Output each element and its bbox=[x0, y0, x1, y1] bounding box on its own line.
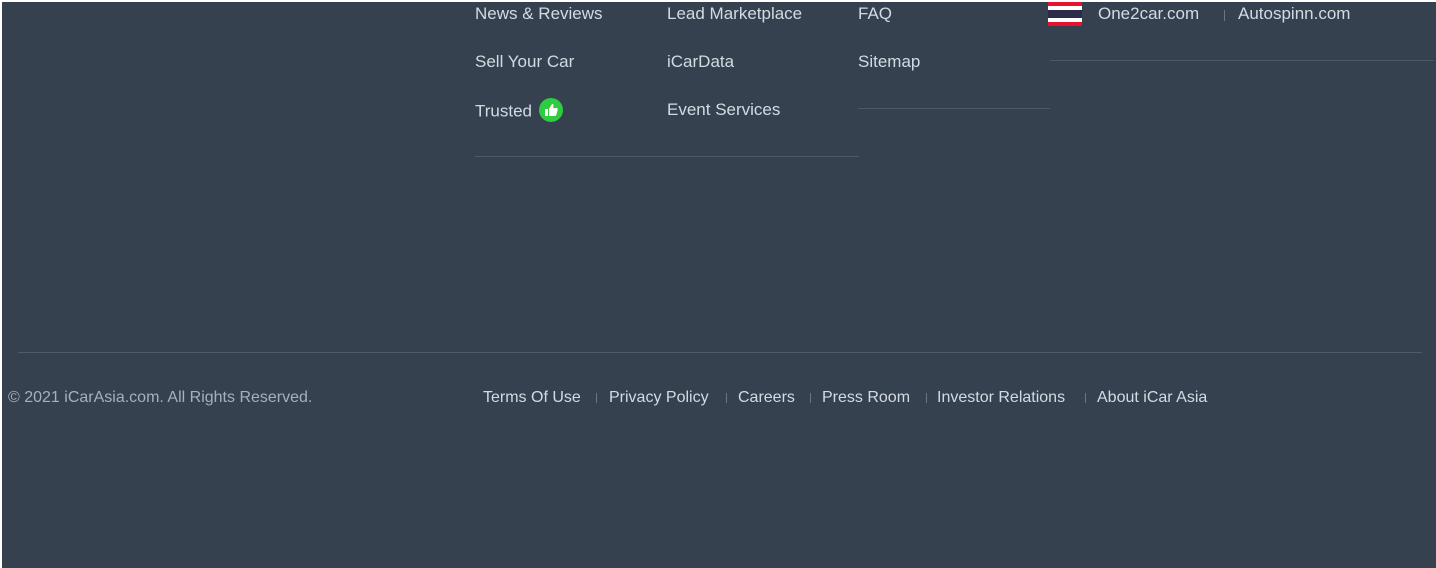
column-divider bbox=[1050, 60, 1434, 61]
link-separator bbox=[1224, 10, 1225, 21]
column-divider bbox=[475, 156, 859, 157]
link-separator bbox=[596, 393, 597, 403]
thailand-flag-icon bbox=[1048, 2, 1082, 26]
footer-divider bbox=[18, 352, 1422, 353]
column-divider bbox=[858, 108, 1050, 109]
footer-link-event-services[interactable]: Event Services bbox=[667, 100, 780, 120]
link-separator bbox=[1085, 393, 1086, 403]
thumbs-up-icon bbox=[539, 98, 564, 122]
footer-link-trusted[interactable]: Trusted bbox=[475, 98, 564, 124]
privacy-policy-link[interactable]: Privacy Policy bbox=[609, 388, 709, 408]
about-icar-asia-link[interactable]: About iCar Asia bbox=[1097, 388, 1207, 408]
footer-link-icardata[interactable]: iCarData bbox=[667, 52, 734, 72]
terms-of-use-link[interactable]: Terms Of Use bbox=[483, 388, 581, 408]
link-separator bbox=[926, 393, 927, 403]
site-footer: News & Reviews Sell Your Car Trusted Lea… bbox=[2, 2, 1436, 568]
footer-link-faq[interactable]: FAQ bbox=[858, 4, 892, 24]
link-separator bbox=[810, 393, 811, 403]
network-site-one2car[interactable]: One2car.com bbox=[1098, 4, 1199, 24]
copyright-text: © 2021 iCarAsia.com. All Rights Reserved… bbox=[8, 389, 313, 406]
footer-link-sell-your-car[interactable]: Sell Your Car bbox=[475, 52, 574, 72]
trusted-label: Trusted bbox=[475, 101, 533, 121]
link-separator bbox=[726, 393, 727, 403]
footer-link-lead-marketplace[interactable]: Lead Marketplace bbox=[667, 4, 802, 24]
press-room-link[interactable]: Press Room bbox=[822, 388, 910, 408]
footer-link-sitemap[interactable]: Sitemap bbox=[858, 52, 920, 72]
careers-link[interactable]: Careers bbox=[738, 388, 795, 408]
investor-relations-link[interactable]: Investor Relations bbox=[937, 388, 1065, 408]
footer-link-news-reviews[interactable]: News & Reviews bbox=[475, 4, 603, 24]
network-site-autospinn[interactable]: Autospinn.com bbox=[1238, 4, 1350, 24]
